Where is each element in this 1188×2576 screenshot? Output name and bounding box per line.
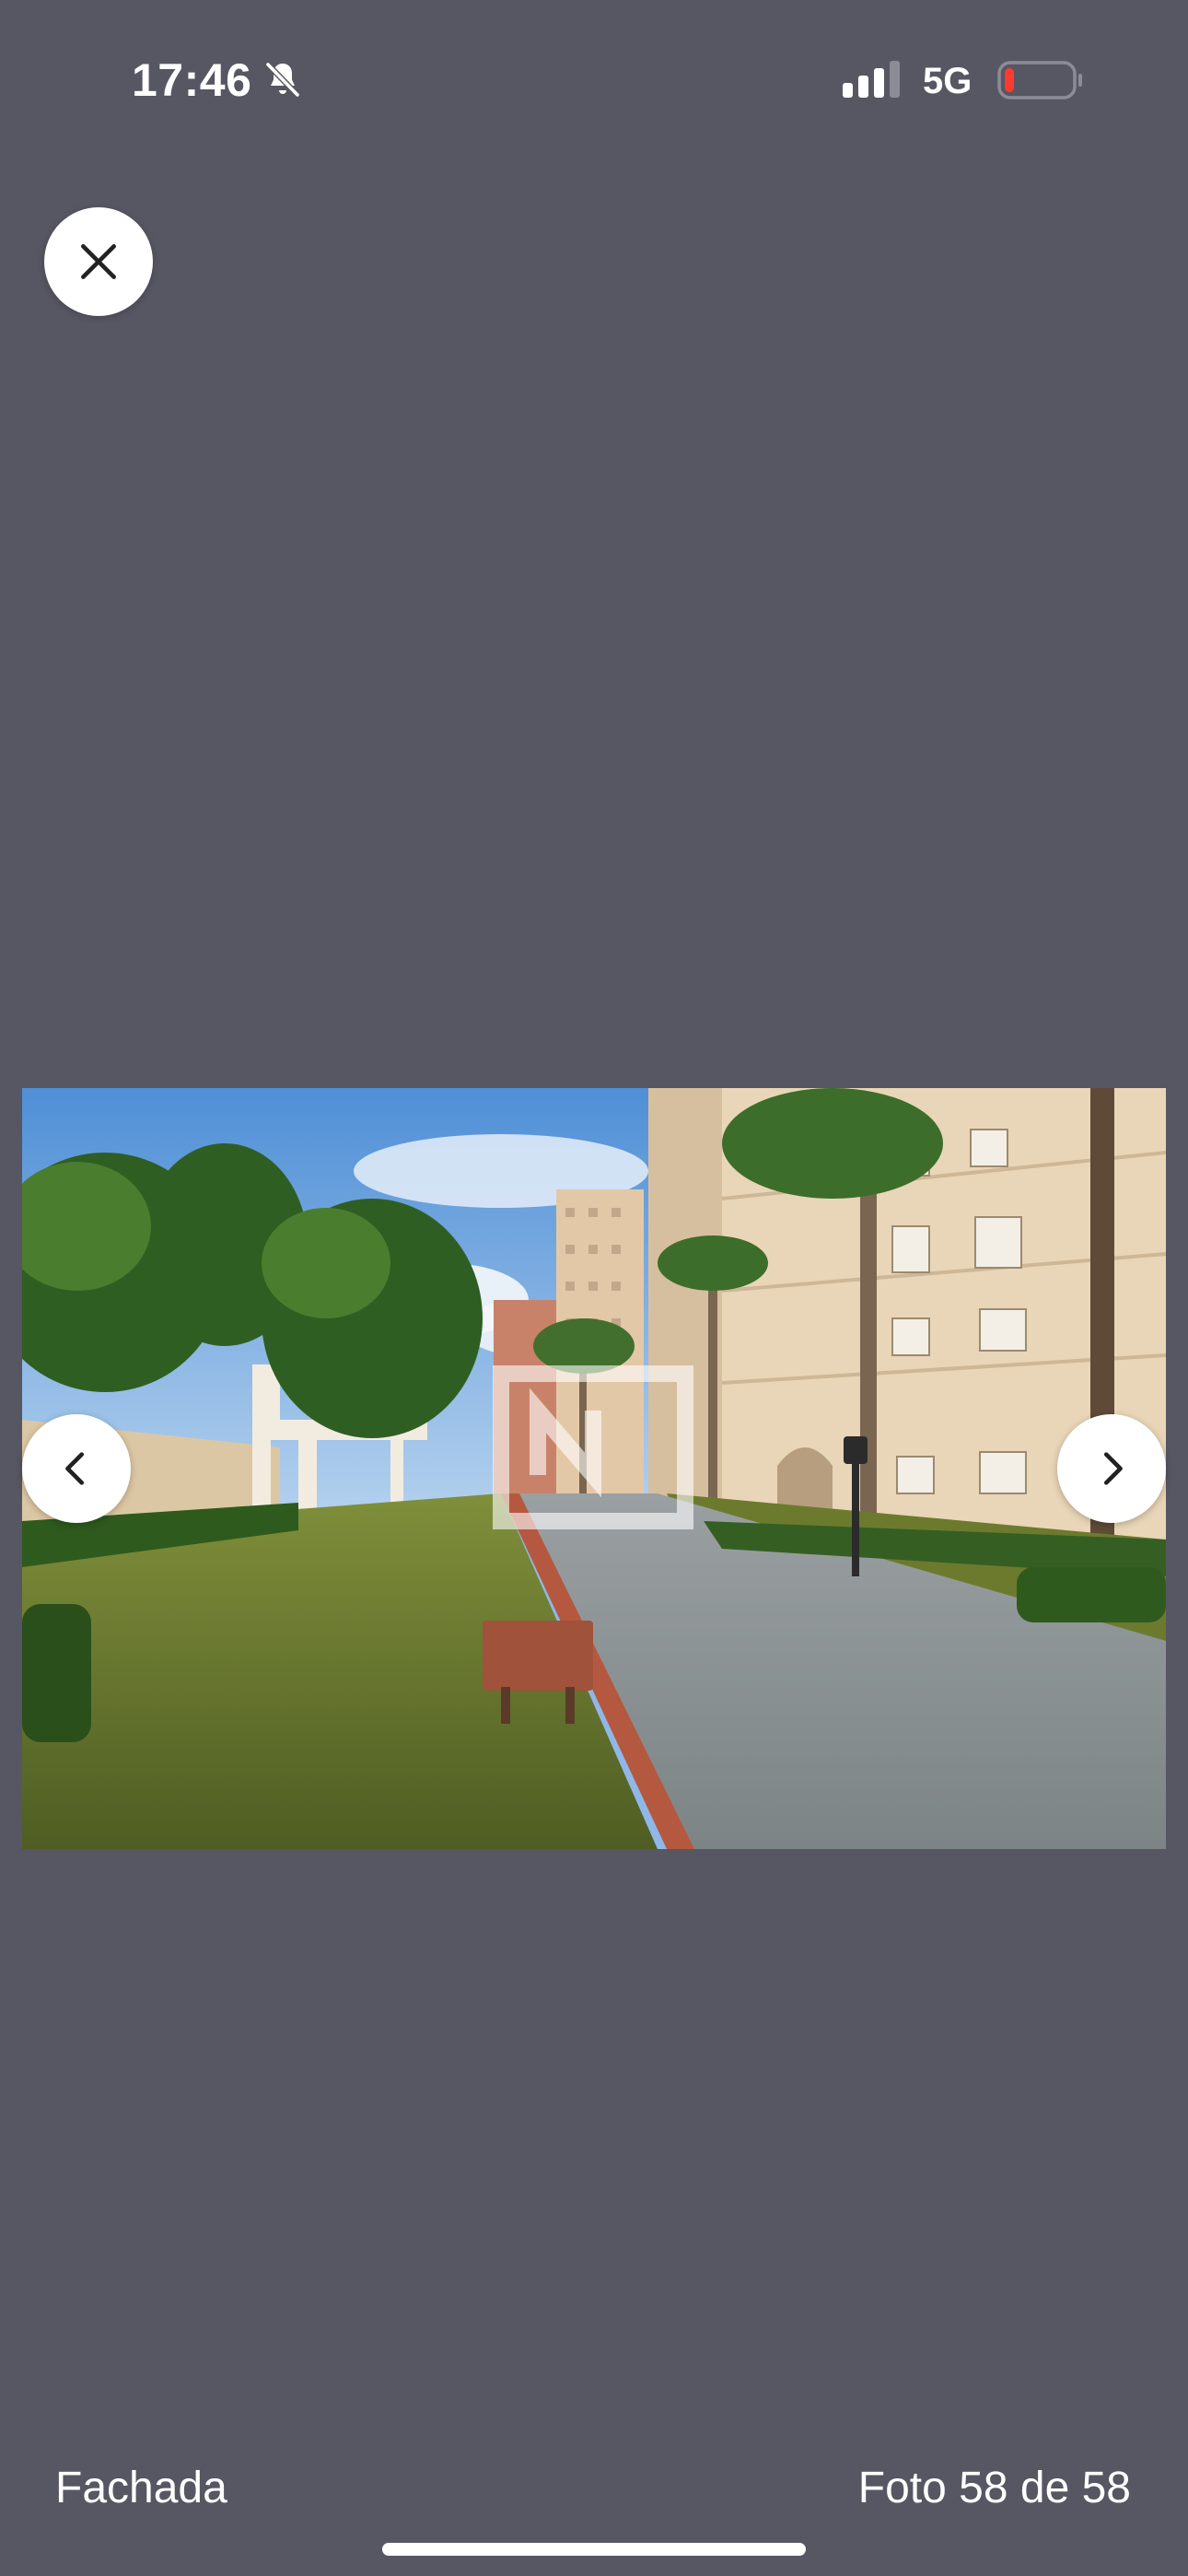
chevron-right-icon	[1103, 1452, 1123, 1485]
status-bar: 17:46 5G	[0, 0, 1188, 157]
building-facade-photo	[22, 1088, 1166, 1849]
bell-slash-icon	[265, 61, 301, 99]
chevron-left-icon	[65, 1452, 85, 1485]
photo-counter: Foto 58 de 58	[857, 2464, 1131, 2512]
status-time: 17:46	[132, 50, 305, 111]
battery-low-icon	[997, 61, 1082, 100]
close-button[interactable]	[44, 207, 153, 316]
close-icon	[81, 244, 116, 279]
gallery-photo[interactable]	[22, 1088, 1166, 1849]
network-type: 5G	[923, 61, 973, 101]
home-indicator[interactable]	[382, 2543, 806, 2556]
previous-photo-button[interactable]	[22, 1414, 131, 1523]
next-photo-button[interactable]	[1057, 1414, 1166, 1523]
status-time-text: 17:46	[132, 54, 252, 106]
signal-icon	[843, 61, 900, 98]
photo-caption: Fachada	[55, 2464, 227, 2512]
